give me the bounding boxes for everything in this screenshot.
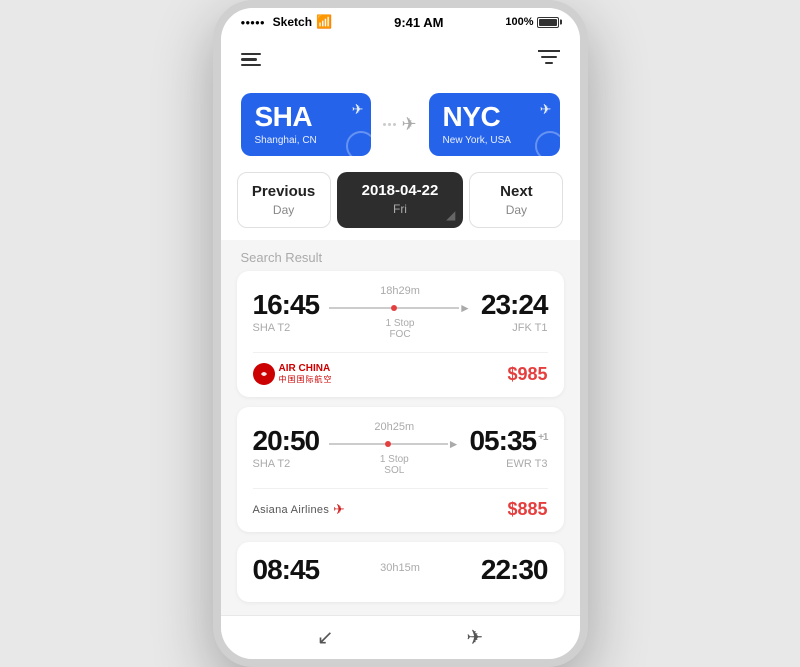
phone-frame: ●●●●● Sketch 📶 9:41 AM 100% [213,0,588,667]
next-day-button[interactable]: Next Day [469,172,563,228]
status-bar: ●●●●● Sketch 📶 9:41 AM 100% [221,8,580,36]
flight-middle-1: 18h29m ► 1 Stop FOC [319,285,481,340]
current-day: Fri [347,202,454,216]
flight-card-1[interactable]: 16:45 SHA T2 18h29m ► 1 Stop FOC [237,271,564,397]
home-nav-icon[interactable]: ✈ [466,625,483,650]
signal-dot: ●●●●● [241,18,265,27]
arrival-card[interactable]: ✈ NYC New York, USA [429,93,560,156]
partial-middle: 30h15m [319,562,481,578]
prev-day-sub: Day [246,203,322,217]
arrow-end-1: ► [459,301,471,315]
top-bar [221,36,580,81]
flight-line-1: ► [329,301,471,315]
departure-card[interactable]: ✈ SHA Shanghai, CN [241,93,372,156]
filter-button[interactable] [538,48,560,71]
wifi-icon: 📶 [316,14,332,30]
departure-time-1: 16:45 [253,291,320,319]
arrival-plane-icon: ✈ [540,101,552,118]
arrival-time-1: 23:24 [481,291,548,319]
next-day-main: Next [478,183,554,201]
app-content: ✈ SHA Shanghai, CN ✈ ✈ NYC New York, USA [221,36,580,659]
next-day-sub: Day [478,203,554,217]
status-signal: ●●●●● Sketch 📶 [241,14,333,30]
partial-flight-times: 08:45 30h15m 22:30 [253,556,548,584]
flight-footer-2: Asiana Airlines ✈ $885 [253,488,548,520]
bottom-nav: ↙ ✈ [221,615,580,659]
departure-terminal-2: SHA T2 [253,458,320,470]
departure-city: Shanghai, CN [255,135,358,146]
air-china-text: AIR CHINA 中国国际航空 [279,364,333,385]
departure-code: SHA [255,103,358,131]
flight-stops-1: 1 Stop FOC [329,318,471,340]
plus-one-badge: +1 [538,432,547,443]
calendar-tick-icon: ◢ [446,208,455,222]
arrival-terminal-1: JFK T1 [481,322,548,334]
search-result-label: Search Result [221,240,580,271]
arrow-end-2: ► [448,437,460,451]
current-date: 2018-04-22 [347,182,454,200]
partial-arr-block: 22:30 [481,556,548,584]
route-section: ✈ SHA Shanghai, CN ✈ ✈ NYC New York, USA [221,81,580,172]
battery-label: 100% [505,16,533,28]
flight-footer-1: AIR CHINA 中国国际航空 $985 [253,352,548,385]
arrival-time-block-2: 05:35+1 EWR T3 [469,427,547,470]
asiana-plane-icon: ✈ [333,501,345,518]
flight-duration-1: 18h29m [329,285,471,297]
flight-price-1: $985 [507,364,547,385]
flight-duration-2: 20h25m [329,421,459,433]
flight-card-2[interactable]: 20:50 SHA T2 20h25m ► 1 Stop SOL [237,407,564,532]
partial-dep-time: 08:45 [253,556,320,584]
date-nav: Previous Day 2018-04-22 Fri ◢ Next Day [221,172,580,240]
arrival-city: New York, USA [443,135,546,146]
arrival-time-block-1: 23:24 JFK T1 [481,291,548,334]
arrival-code: NYC [443,103,546,131]
flight-times-1: 16:45 SHA T2 18h29m ► 1 Stop FOC [253,285,548,340]
arrival-terminal-2: EWR T3 [469,458,547,470]
prev-day-main: Previous [246,183,322,201]
current-date-button[interactable]: 2018-04-22 Fri ◢ [337,172,464,228]
asiana-text: Asiana Airlines [253,504,330,516]
air-china-emblem [253,363,275,385]
arrival-time-2: 05:35+1 [469,427,547,455]
departure-time-block-2: 20:50 SHA T2 [253,427,320,470]
partial-flight-card[interactable]: 08:45 30h15m 22:30 [237,542,564,602]
prev-day-button[interactable]: Previous Day [237,172,331,228]
flight-stops-2: 1 Stop SOL [329,454,459,476]
flight-line-2: ► [329,437,459,451]
carrier-label: Sketch [273,15,312,29]
partial-duration: 30h15m [329,562,471,574]
battery-icon [537,17,559,28]
flight-middle-2: 20h25m ► 1 Stop SOL [319,421,469,476]
departure-time-2: 20:50 [253,427,320,455]
status-time: 9:41 AM [394,15,443,30]
partial-dep-block: 08:45 [253,556,320,584]
partial-arr-time: 22:30 [481,556,548,584]
departure-time-block-1: 16:45 SHA T2 [253,291,320,334]
status-battery: 100% [505,16,559,28]
menu-button[interactable] [241,53,261,67]
route-arrow: ✈ [383,114,416,135]
back-nav-icon[interactable]: ↙ [317,625,334,650]
departure-terminal-1: SHA T2 [253,322,320,334]
flight-price-2: $885 [507,499,547,520]
asiana-logo: Asiana Airlines ✈ [253,501,345,518]
flight-times-2: 20:50 SHA T2 20h25m ► 1 Stop SOL [253,421,548,476]
departure-plane-icon: ✈ [352,101,364,118]
air-china-logo: AIR CHINA 中国国际航空 [253,363,333,385]
